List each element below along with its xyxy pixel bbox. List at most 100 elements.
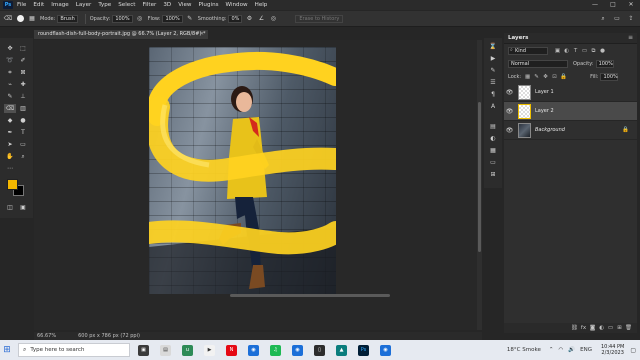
clone-stamp-tool-icon[interactable]: ⊥: [17, 92, 29, 101]
path-select-tool-icon[interactable]: ➤: [4, 140, 16, 149]
lock-all-icon[interactable]: 🔒: [559, 73, 568, 81]
delete-layer-icon[interactable]: 🗑: [624, 325, 633, 331]
weather-widget[interactable]: 18°C Smoke: [507, 347, 541, 353]
photoshop-taskbar-icon[interactable]: Ps: [358, 344, 369, 356]
volume-icon[interactable]: 🔊: [568, 347, 575, 353]
shape-filter-icon[interactable]: ▭: [580, 47, 589, 55]
pixel-filter-icon[interactable]: ▣: [553, 47, 562, 55]
actions-icon[interactable]: ▶: [488, 54, 498, 63]
new-group-icon[interactable]: ▭: [606, 325, 615, 331]
menu-image[interactable]: Image: [51, 2, 69, 8]
screen-mode-icon[interactable]: ▣: [17, 203, 29, 212]
pen-tool-icon[interactable]: ✒: [4, 128, 16, 137]
filter-toggle-icon[interactable]: ●: [598, 47, 607, 55]
adjustment-filter-icon[interactable]: ◐: [562, 47, 571, 55]
fill-field[interactable]: 100%: [600, 72, 619, 81]
menu-file[interactable]: File: [17, 2, 26, 8]
menu-plugins[interactable]: Plugins: [199, 2, 219, 8]
angle-icon[interactable]: ∠: [257, 15, 265, 23]
healing-tool-icon[interactable]: ✚: [17, 80, 29, 89]
document-tab[interactable]: roundflash-dish-full-body-portrait.jpg @…: [34, 30, 208, 39]
marquee-tool-icon[interactable]: ⬚: [17, 44, 29, 53]
mode-select[interactable]: Brush: [57, 14, 78, 23]
language-indicator[interactable]: ENG: [580, 347, 592, 353]
panel-menu-icon[interactable]: ≡: [628, 34, 633, 41]
chrome-icon[interactable]: ◉: [248, 344, 259, 356]
blend-mode-select[interactable]: Normal: [508, 59, 568, 68]
character-icon[interactable]: A: [488, 102, 498, 111]
type-tool-icon[interactable]: T: [17, 128, 29, 137]
task-view-icon[interactable]: ▣: [138, 344, 149, 356]
vertical-scrollbar[interactable]: [477, 40, 482, 330]
layer-opacity-field[interactable]: 100%: [595, 59, 614, 68]
properties-icon[interactable]: ☰: [488, 78, 498, 87]
paragraph-icon[interactable]: ¶: [488, 90, 498, 99]
notification-icon[interactable]: ▢: [630, 347, 636, 354]
pressure-size-icon[interactable]: ◎: [269, 15, 277, 23]
history-icon[interactable]: ⌛: [488, 42, 498, 51]
taskbar-search[interactable]: ⌕ Type here to search: [18, 343, 130, 357]
spotify-icon[interactable]: ♫: [270, 344, 281, 356]
shape-tool-icon[interactable]: ▭: [17, 140, 29, 149]
lock-artboard-icon[interactable]: ⊡: [550, 73, 559, 81]
smoothing-field[interactable]: 0%: [228, 14, 243, 23]
netflix-icon[interactable]: N: [226, 344, 237, 356]
layer-row-layer-2[interactable]: 👁 Layer 2: [504, 102, 637, 121]
menu-type[interactable]: Type: [98, 2, 111, 8]
swatches-icon[interactable]: ▦: [488, 146, 498, 155]
canvas-area[interactable]: [34, 40, 482, 330]
layer-style-icon[interactable]: fx: [579, 325, 588, 331]
workspace-icon[interactable]: ▭: [612, 14, 622, 24]
smart-object-filter-icon[interactable]: ⧉: [589, 47, 598, 55]
share-icon[interactable]: ⇪: [626, 14, 636, 24]
new-layer-icon[interactable]: ⊞: [615, 325, 624, 331]
layer-row-layer-1[interactable]: 👁 Layer 1: [504, 83, 637, 102]
crop-tool-icon[interactable]: ⌗: [4, 68, 16, 77]
hand-tool-icon[interactable]: ✋: [4, 152, 16, 161]
lasso-tool-icon[interactable]: ➰: [4, 56, 16, 65]
quick-mask-icon[interactable]: ◫: [4, 203, 16, 212]
maximize-button[interactable]: □: [604, 0, 622, 10]
lock-position-icon[interactable]: ✥: [541, 73, 550, 81]
menu-filter[interactable]: Filter: [142, 2, 156, 8]
layers-tab[interactable]: Layers: [508, 35, 528, 41]
pressure-opacity-icon[interactable]: ◎: [136, 15, 144, 23]
eyedropper-tool-icon[interactable]: ⌁: [4, 80, 16, 89]
zoom-tool-icon[interactable]: ⌕: [17, 152, 29, 161]
quick-select-tool-icon[interactable]: ✐: [17, 56, 29, 65]
flow-field[interactable]: 100%: [162, 14, 183, 23]
horizontal-scroll-thumb[interactable]: [230, 294, 390, 297]
visibility-eye-icon[interactable]: 👁: [504, 108, 515, 115]
more-tools-icon[interactable]: ⋯: [4, 164, 16, 173]
menu-help[interactable]: Help: [255, 2, 268, 8]
gradients-icon[interactable]: ▭: [488, 158, 498, 167]
adjustment-layer-icon[interactable]: ◐: [597, 325, 606, 331]
libraries-icon[interactable]: ▤: [488, 122, 498, 131]
photos-icon[interactable]: ▲: [336, 344, 347, 356]
chrome-profile-icon[interactable]: ◉: [292, 344, 303, 356]
menu-window[interactable]: Window: [226, 2, 248, 8]
blur-tool-icon[interactable]: ◆: [4, 116, 16, 125]
menu-edit[interactable]: Edit: [33, 2, 44, 8]
chrome-alt-icon[interactable]: ◉: [380, 344, 391, 356]
menu-3d[interactable]: 3D: [163, 2, 171, 8]
lock-pixels-icon[interactable]: ✎: [532, 73, 541, 81]
airbrush-icon[interactable]: ✎: [186, 15, 194, 23]
close-button[interactable]: ✕: [622, 0, 640, 10]
minimize-button[interactable]: —: [586, 0, 604, 10]
upwork-icon[interactable]: u: [182, 344, 193, 356]
file-explorer-icon[interactable]: ▤: [160, 344, 171, 356]
eraser-tool-icon[interactable]: ⌫: [4, 104, 16, 113]
vertical-scroll-thumb[interactable]: [478, 102, 481, 252]
visibility-eye-icon[interactable]: 👁: [504, 127, 515, 134]
add-mask-icon[interactable]: ◙: [588, 325, 597, 331]
terminal-icon[interactable]: ▯: [314, 344, 325, 356]
search-icon[interactable]: ⌕: [598, 14, 608, 24]
zoom-level[interactable]: 66.67%: [37, 333, 56, 339]
brush-tool-icon[interactable]: ✎: [4, 92, 16, 101]
layer-row-background[interactable]: 👁 Background 🔒: [504, 121, 637, 140]
kind-filter-select[interactable]: Kind: [508, 46, 548, 55]
close-document-icon[interactable]: ✕: [200, 30, 204, 39]
clock[interactable]: 10:44 PM 2/3/2023: [601, 344, 624, 356]
show-hidden-icons[interactable]: ⌃: [549, 347, 554, 353]
